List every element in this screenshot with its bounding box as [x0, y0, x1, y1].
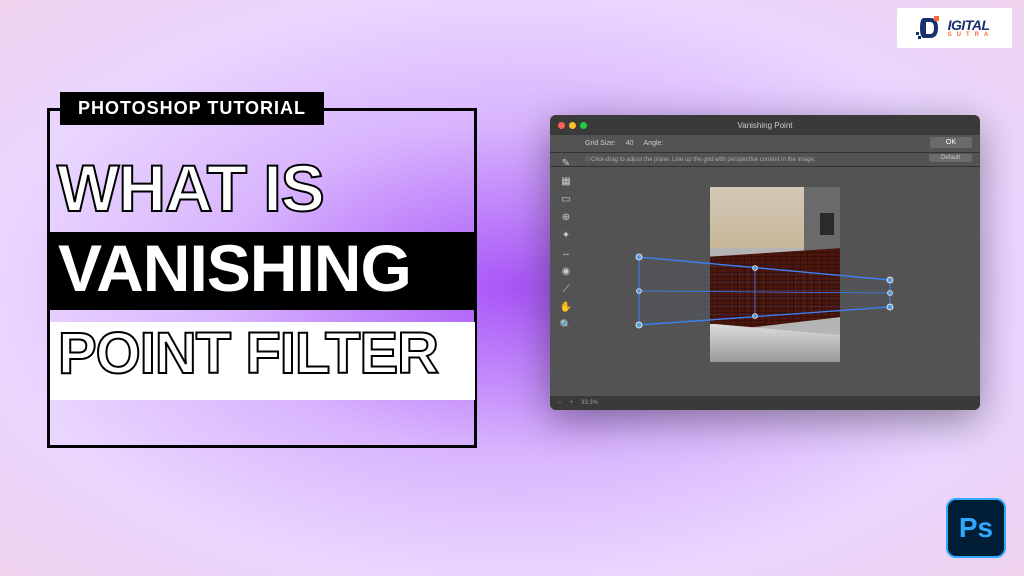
maximize-icon[interactable]	[580, 122, 587, 129]
door-region	[820, 213, 834, 235]
hand-tool-icon[interactable]: ✋	[560, 301, 572, 313]
digital-sutra-logo: IGITAL SUTRA	[897, 8, 1012, 48]
marquee-tool-icon[interactable]: ▭	[560, 193, 572, 205]
zoom-in-icon[interactable]: +	[570, 400, 574, 406]
angle-label: Angle:	[644, 140, 664, 147]
stamp-tool-icon[interactable]: ⊕	[560, 211, 572, 223]
close-icon[interactable]	[558, 122, 565, 129]
brand-subtext: SUTRA	[948, 32, 994, 38]
create-plane-tool-icon[interactable]: ▦	[560, 175, 572, 187]
brand-text: IGITAL	[948, 18, 994, 32]
window-hint-bar: ⓘ Click-drag to adjust the plane. Line u…	[550, 153, 980, 167]
window-titlebar: Vanishing Point	[550, 115, 980, 135]
window-toolbar: Grid Size: 40 Angle: OK	[550, 135, 980, 153]
title-line-1: WHAT IS	[57, 155, 324, 221]
traffic-lights	[558, 122, 587, 129]
zoom-level: 33.3%	[581, 400, 598, 406]
title-line-2: VANISHING	[58, 235, 411, 301]
tool-sidebar: ✎ ▦ ▭ ⊕ ✦ ↔ ◉ ⟋ ✋ 🔍	[556, 157, 576, 331]
eyedropper-tool-icon[interactable]: ◉	[560, 265, 572, 277]
grid-size-value[interactable]: 40	[626, 140, 634, 147]
grid-size-label: Grid Size:	[585, 140, 616, 147]
digital-sutra-icon	[916, 14, 944, 42]
brush-tool-icon[interactable]: ✦	[560, 229, 572, 241]
minimize-icon[interactable]	[569, 122, 576, 129]
vanishing-point-window: Vanishing Point Grid Size: 40 Angle: OK …	[550, 115, 980, 410]
title-line-3: POINT FILTER	[58, 325, 438, 383]
photoshop-badge: Ps	[946, 498, 1006, 558]
zoom-out-icon[interactable]: −	[558, 400, 562, 406]
measure-tool-icon[interactable]: ⟋	[560, 283, 572, 295]
window-statusbar: − + 33.3%	[550, 396, 980, 410]
default-button[interactable]: Default	[929, 154, 972, 162]
edit-plane-tool-icon[interactable]: ✎	[560, 157, 572, 169]
zoom-tool-icon[interactable]: 🔍	[560, 319, 572, 331]
digital-sutra-text: IGITAL SUTRA	[948, 18, 994, 38]
photoshop-icon: Ps	[959, 512, 993, 544]
tutorial-label: PHOTOSHOP TUTORIAL	[60, 92, 324, 125]
ok-button[interactable]: OK	[930, 137, 972, 148]
transform-tool-icon[interactable]: ↔	[560, 247, 572, 259]
brick-wall-image	[710, 187, 840, 362]
hint-text: Click-drag to adjust the plane. Line up …	[591, 157, 815, 163]
brick-wall-region	[710, 248, 840, 332]
window-title: Vanishing Point	[738, 121, 793, 130]
pavement-region	[710, 324, 840, 363]
canvas-area[interactable]	[580, 167, 970, 392]
